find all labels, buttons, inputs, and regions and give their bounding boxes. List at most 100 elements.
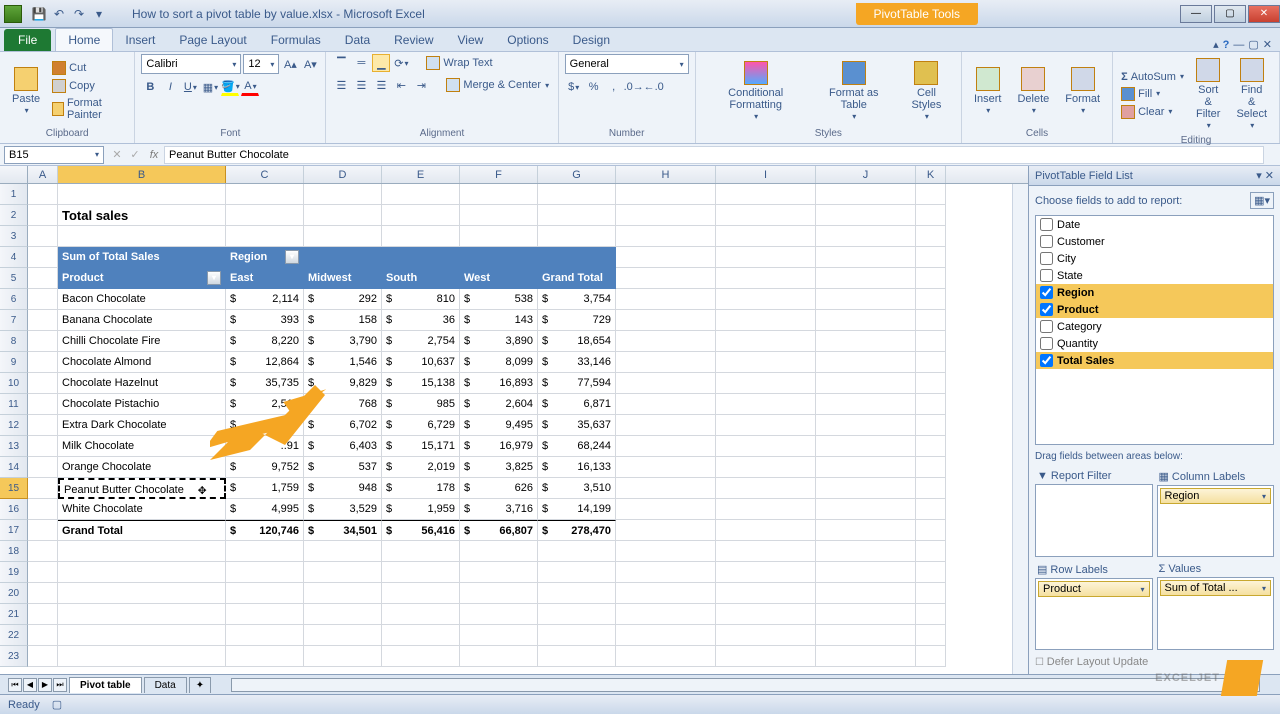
cell[interactable] — [716, 310, 816, 331]
cell[interactable] — [716, 520, 816, 541]
cell[interactable] — [716, 436, 816, 457]
value-cell[interactable]: $3,890 — [460, 331, 538, 352]
cell[interactable] — [460, 184, 538, 205]
cell[interactable] — [382, 247, 460, 268]
cell[interactable] — [916, 541, 946, 562]
cell[interactable] — [304, 184, 382, 205]
minimize-ribbon-icon[interactable]: ▴ — [1213, 38, 1219, 51]
value-cell[interactable]: $15,138 — [382, 373, 460, 394]
prev-sheet-icon[interactable]: ◀ — [23, 678, 37, 692]
maximize-button[interactable]: ▢ — [1214, 5, 1246, 23]
cell[interactable] — [816, 331, 916, 352]
cell[interactable] — [716, 625, 816, 646]
value-cell[interactable]: $393 — [226, 310, 304, 331]
cell[interactable] — [58, 562, 226, 583]
value-cell[interactable]: $729 — [538, 310, 616, 331]
grand-total-value[interactable]: $66,807 — [460, 520, 538, 541]
cell[interactable] — [304, 625, 382, 646]
cell[interactable] — [226, 562, 304, 583]
value-cell[interactable]: $77,594 — [538, 373, 616, 394]
cell[interactable] — [28, 541, 58, 562]
cell[interactable] — [616, 520, 716, 541]
cell[interactable] — [816, 436, 916, 457]
grand-total-label[interactable]: Grand Total — [58, 520, 226, 541]
cell[interactable] — [538, 541, 616, 562]
decrease-decimal-icon[interactable]: ←.0 — [645, 78, 663, 96]
cell[interactable] — [28, 457, 58, 478]
grand-total-value[interactable]: $120,746 — [226, 520, 304, 541]
value-cell[interactable]: $6,729 — [382, 415, 460, 436]
cell[interactable] — [304, 247, 382, 268]
cell[interactable] — [538, 226, 616, 247]
col-header-B[interactable]: B — [58, 166, 226, 183]
row-header[interactable]: 5 — [0, 268, 28, 289]
cell[interactable] — [816, 268, 916, 289]
name-box[interactable]: B15▾ — [4, 146, 104, 164]
redo-icon[interactable]: ↷ — [70, 5, 88, 23]
cell[interactable] — [616, 205, 716, 226]
cell[interactable] — [304, 205, 382, 226]
cell[interactable] — [816, 520, 916, 541]
row-labels-area[interactable]: Product▾ — [1035, 578, 1153, 650]
cell[interactable] — [460, 604, 538, 625]
fill-button[interactable]: Fill▾ — [1119, 86, 1186, 102]
fill-color-button[interactable]: 🪣▾ — [221, 78, 239, 96]
value-cell[interactable]: $6,403 — [304, 436, 382, 457]
col-header-South[interactable]: South — [382, 268, 460, 289]
product-cell[interactable]: Banana Chocolate — [58, 310, 226, 331]
row-header[interactable]: 20 — [0, 583, 28, 604]
cell[interactable] — [616, 184, 716, 205]
value-cell[interactable]: $2,114 — [226, 289, 304, 310]
col-header-K[interactable]: K — [916, 166, 946, 183]
value-cell[interactable]: $9,752 — [226, 457, 304, 478]
last-sheet-icon[interactable]: ⏭ — [53, 678, 67, 692]
cell[interactable] — [304, 646, 382, 667]
product-cell[interactable]: Chocolate Almond — [58, 352, 226, 373]
fx-icon[interactable]: fx — [144, 149, 164, 161]
cell[interactable] — [28, 226, 58, 247]
cell[interactable] — [226, 226, 304, 247]
cell[interactable] — [538, 184, 616, 205]
corner-label[interactable]: Sum of Total Sales — [58, 247, 226, 268]
decrease-indent-icon[interactable]: ⇤ — [392, 76, 410, 94]
cell[interactable] — [28, 520, 58, 541]
cell[interactable] — [460, 562, 538, 583]
find-select-button[interactable]: Find & Select▾ — [1230, 54, 1273, 135]
align-center-icon[interactable]: ☰ — [352, 76, 370, 94]
cell[interactable] — [304, 541, 382, 562]
row-header[interactable]: 13 — [0, 436, 28, 457]
select-all-corner[interactable] — [0, 166, 28, 183]
workbook-close-icon[interactable]: ✕ — [1263, 38, 1272, 51]
cell[interactable] — [616, 436, 716, 457]
cell[interactable] — [716, 226, 816, 247]
cell[interactable] — [304, 562, 382, 583]
value-cell[interactable]: $538 — [460, 289, 538, 310]
font-color-button[interactable]: A▾ — [241, 78, 259, 96]
row-header[interactable]: 15 — [0, 478, 28, 499]
sheet-tab-data[interactable]: Data — [144, 677, 187, 693]
cell[interactable] — [460, 205, 538, 226]
sort-filter-button[interactable]: Sort & Filter▾ — [1190, 54, 1226, 135]
formula-input[interactable]: Peanut Butter Chocolate — [164, 146, 1264, 164]
cell[interactable] — [460, 646, 538, 667]
cell[interactable] — [28, 268, 58, 289]
report-filter-area[interactable] — [1035, 484, 1153, 557]
cell[interactable] — [816, 604, 916, 625]
col-header-East[interactable]: East — [226, 268, 304, 289]
col-header-G[interactable]: G — [538, 166, 616, 183]
field-checkbox[interactable] — [1040, 252, 1053, 265]
field-city[interactable]: City — [1036, 250, 1273, 267]
decrease-font-icon[interactable]: A▾ — [301, 55, 319, 73]
comma-icon[interactable]: , — [605, 78, 623, 96]
region-header[interactable]: Region▾ — [226, 247, 304, 268]
cut-button[interactable]: Cut — [50, 60, 128, 76]
cell[interactable] — [916, 226, 946, 247]
cell[interactable] — [58, 646, 226, 667]
value-cell[interactable]: $768 — [304, 394, 382, 415]
row-header[interactable]: 6 — [0, 289, 28, 310]
column-labels-area[interactable]: Region▾ — [1157, 485, 1275, 557]
orientation-icon[interactable]: ⟳▾ — [392, 54, 410, 72]
field-state[interactable]: State — [1036, 267, 1273, 284]
cell[interactable] — [460, 541, 538, 562]
value-cell[interactable]: $2,513 — [226, 394, 304, 415]
